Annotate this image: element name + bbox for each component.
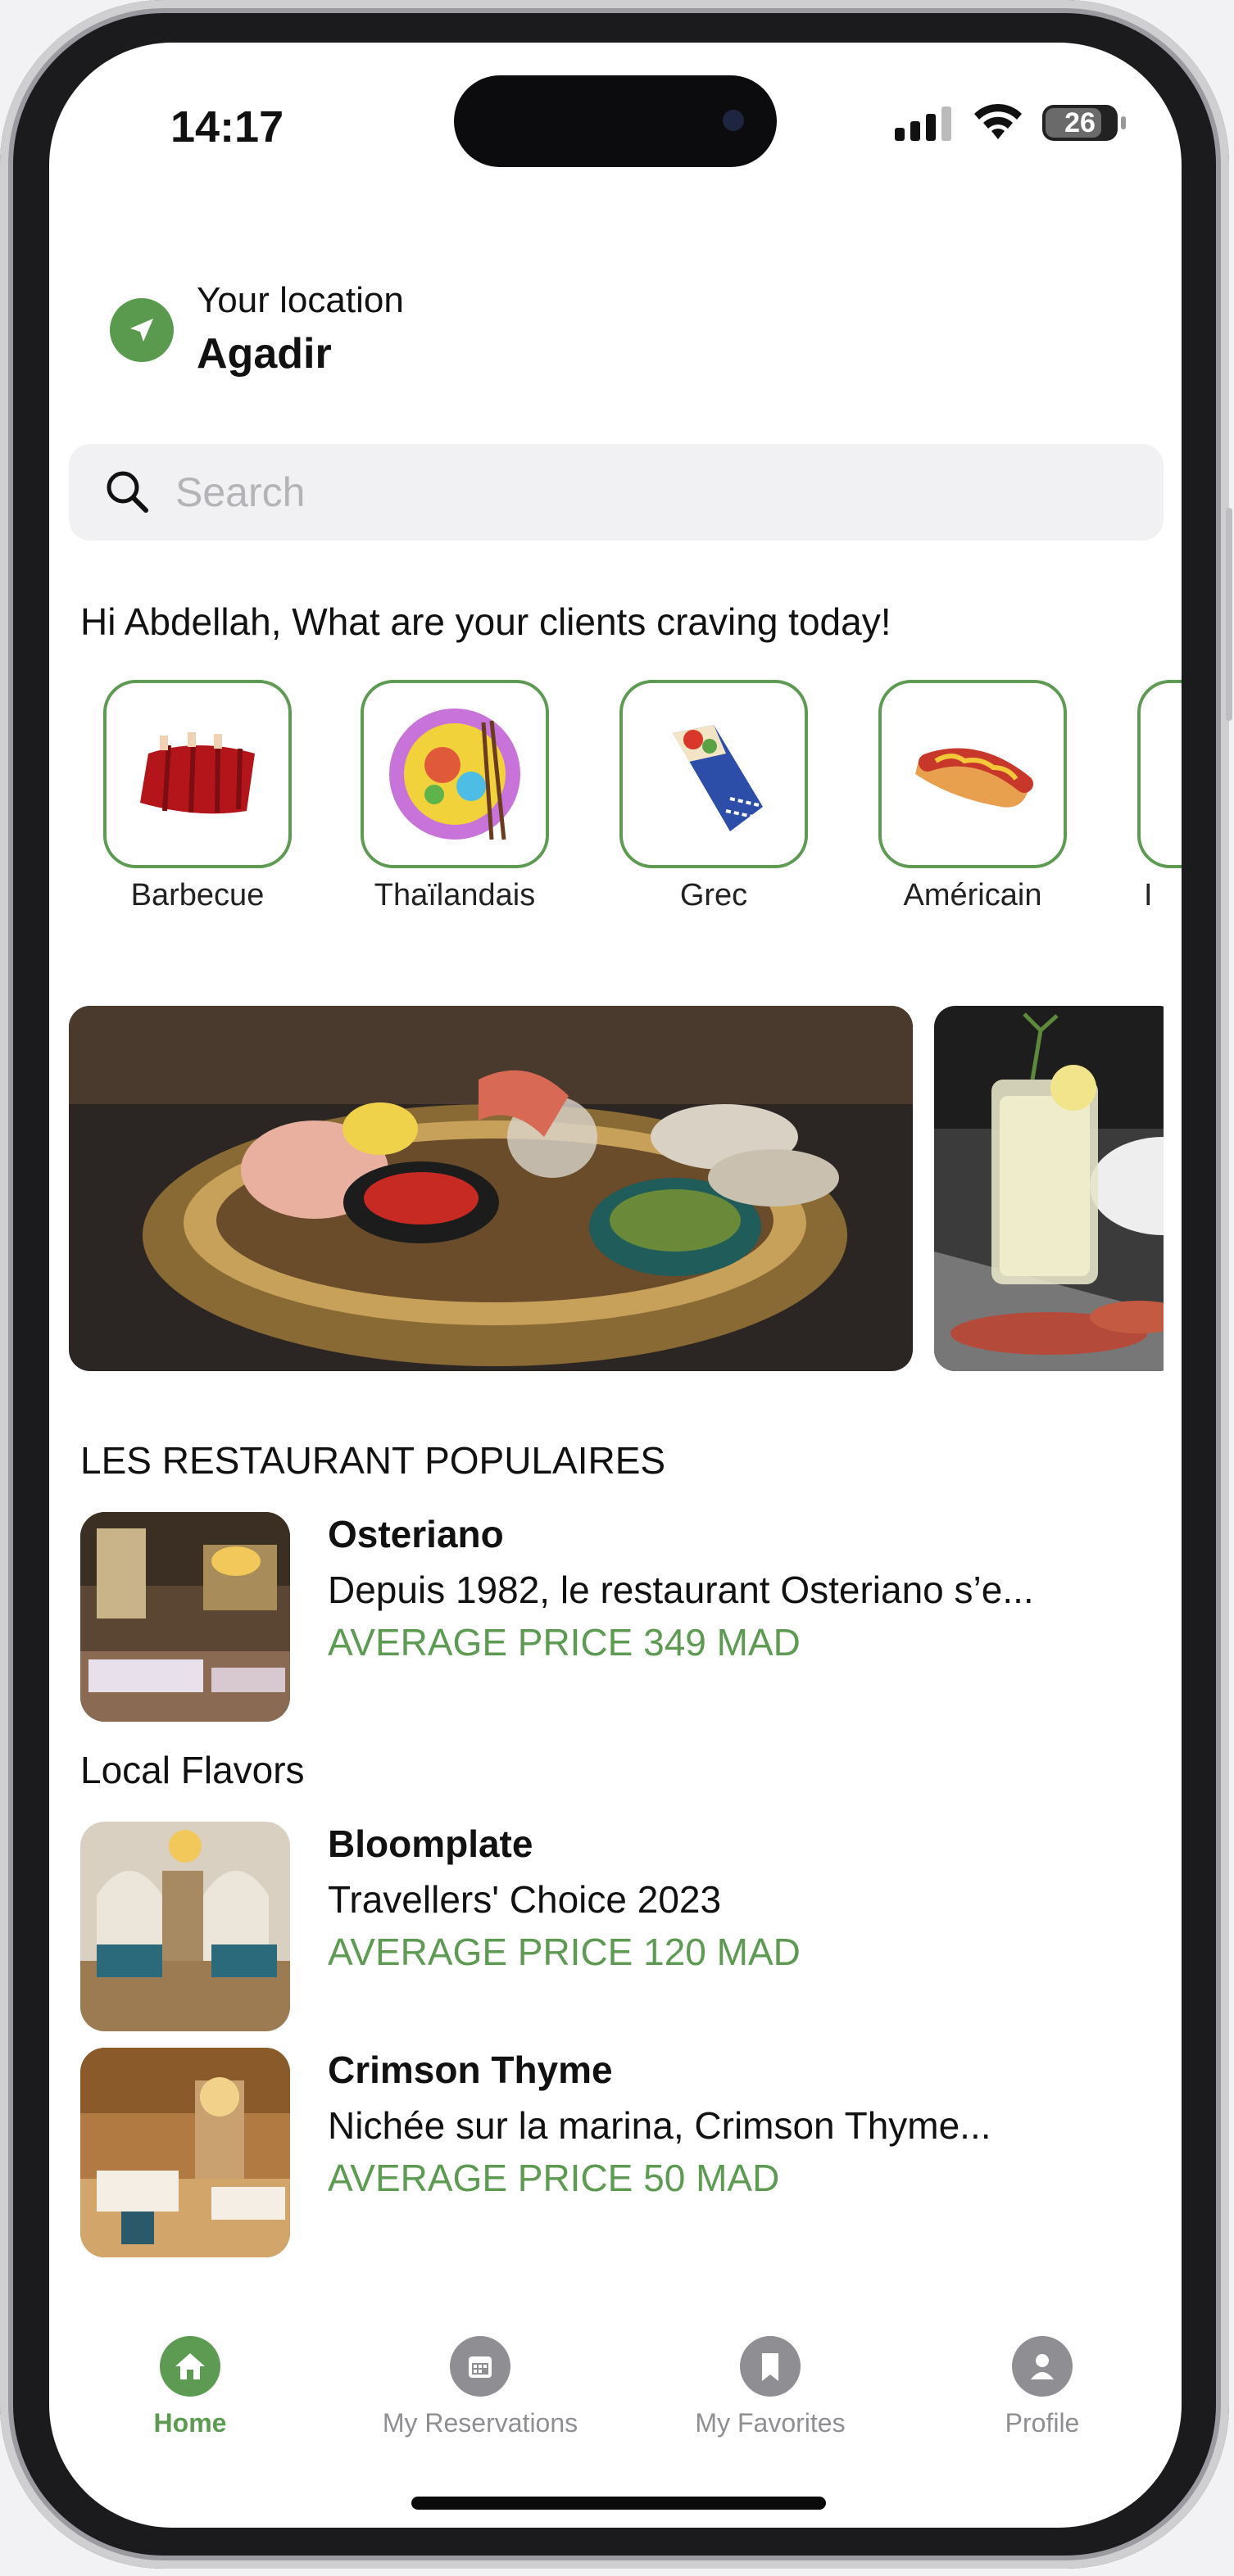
category-label: I <box>1144 878 1153 912</box>
person-icon <box>1012 2336 1073 2397</box>
category-american[interactable]: Américain <box>878 680 1067 913</box>
category-greek[interactable]: Grec <box>619 680 808 913</box>
tab-label: Home <box>153 2408 227 2438</box>
restaurant-description: Depuis 1982, le restaurant Osteriano s’e… <box>328 1569 1034 1611</box>
search-icon <box>107 471 148 513</box>
bottom-tab-bar: Home My Reservations My Favorites Profil… <box>49 2336 1182 2451</box>
restaurant-name: Osteriano <box>328 1513 504 1555</box>
category-thai[interactable]: Thaïlandais <box>361 680 549 913</box>
restaurant-thumbnail <box>80 1822 290 2031</box>
restaurant-thumbnail <box>80 1512 290 1722</box>
restaurant-description: Travellers' Choice 2023 <box>328 1878 722 1921</box>
category-barbecue[interactable]: Barbecue <box>103 680 292 913</box>
cocktail-image <box>934 1006 1164 1371</box>
restaurant-name: Bloomplate <box>328 1822 533 1865</box>
home-icon <box>160 2336 220 2397</box>
search-bar[interactable] <box>69 444 1164 541</box>
home-indicator[interactable] <box>411 2497 826 2510</box>
ribs-icon <box>140 732 255 814</box>
restaurant-price: AVERAGE PRICE 120 MAD <box>328 1931 801 1973</box>
tab-reservations[interactable]: My Reservations <box>357 2336 603 2438</box>
promo-carousel[interactable] <box>69 1006 1164 1371</box>
category-partial[interactable]: I <box>1137 680 1182 913</box>
category-label: Barbecue <box>130 878 265 912</box>
tab-home[interactable]: Home <box>67 2336 313 2438</box>
restaurant-description: Nichée sur la marina, Crimson Thyme... <box>328 2104 991 2147</box>
search-input[interactable] <box>174 468 1078 517</box>
location-label: Your location <box>197 280 404 320</box>
category-label: Thaïlandais <box>374 878 536 912</box>
tab-label: My Favorites <box>695 2408 846 2438</box>
thai-bowl-icon <box>389 709 520 840</box>
camera-dot <box>723 110 744 131</box>
greeting-text: Hi Abdellah, What are your clients cravi… <box>80 600 891 643</box>
wifi-icon <box>974 103 1022 139</box>
calendar-icon <box>450 2336 510 2397</box>
local-section-title: Local Flavors <box>80 1749 305 1791</box>
tab-label: My Reservations <box>382 2408 578 2438</box>
restaurant-card[interactable]: Crimson Thyme Nichée sur la marina, Crim… <box>80 2048 1146 2257</box>
location-city[interactable]: Agadir <box>197 329 332 378</box>
hotdog-icon <box>915 748 1033 808</box>
restaurant-price: AVERAGE PRICE 50 MAD <box>328 2157 780 2199</box>
status-icons: 26 <box>895 103 1126 143</box>
bookmark-icon <box>740 2336 801 2397</box>
restaurant-thumbnail <box>80 2048 290 2257</box>
gyro-wrap-icon <box>673 725 763 831</box>
location-arrow-icon[interactable] <box>110 298 174 362</box>
restaurant-price: AVERAGE PRICE 349 MAD <box>328 1621 801 1664</box>
tab-profile[interactable]: Profile <box>919 2336 1165 2438</box>
category-label: Américain <box>903 878 1042 912</box>
tab-favorites[interactable]: My Favorites <box>647 2336 893 2438</box>
side-button <box>1226 508 1232 721</box>
restaurant-card[interactable]: Bloomplate Travellers' Choice 2023 AVERA… <box>80 1822 1146 2031</box>
promo-banner-cocktail[interactable] <box>934 1006 1164 1371</box>
seafood-platter-image <box>69 1006 913 1371</box>
dynamic-island <box>454 75 777 167</box>
popular-section-title: LES RESTAURANT POPULAIRES <box>80 1439 666 1482</box>
promo-banner-seafood[interactable] <box>69 1006 913 1371</box>
tab-label: Profile <box>1005 2408 1080 2438</box>
category-label: Grec <box>679 878 748 912</box>
app-screen: 14:17 26 Your location Agadir Hi Abdella… <box>49 43 1182 2528</box>
battery-level: 26 <box>1064 106 1096 138</box>
restaurant-card[interactable]: Osteriano Depuis 1982, le restaurant Ost… <box>80 1512 1146 1722</box>
signal-icon <box>895 106 951 141</box>
restaurant-name: Crimson Thyme <box>328 2049 613 2091</box>
category-carousel[interactable]: Barbecue Thaïlandais Grec Américain I <box>103 680 1182 958</box>
battery-icon: 26 <box>1042 105 1126 141</box>
status-time: 14:17 <box>170 102 284 152</box>
